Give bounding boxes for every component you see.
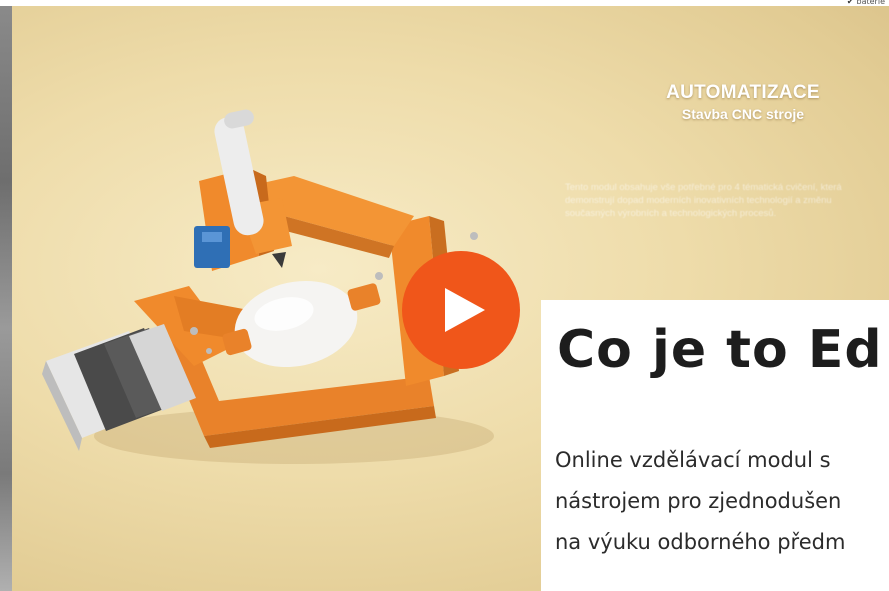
video-description: Tento modul obsahuje vše potřebné pro 4 … bbox=[565, 182, 842, 219]
corner-label-text: baterie bbox=[856, 0, 885, 6]
intro-text-line: nástrojem pro zjednodušen bbox=[555, 489, 842, 513]
previous-slide-strip[interactable] bbox=[0, 6, 12, 591]
video-title: AUTOMATIZACE bbox=[666, 82, 820, 103]
play-button[interactable] bbox=[402, 251, 520, 369]
intro-text-line: Online vzdělávací modul s bbox=[555, 448, 831, 472]
check-icon: ✔ bbox=[846, 0, 854, 6]
video-subtitle: Stavba CNC stroje bbox=[681, 106, 805, 122]
intro-text-line: na výuku odborného předm bbox=[555, 530, 846, 554]
intro-card: Co je to Ed Online vzdělávací modul s ná… bbox=[541, 300, 889, 591]
page: AUTOMATIZACE Stavba CNC stroje Tento mod… bbox=[0, 0, 889, 591]
play-icon bbox=[445, 288, 485, 332]
intro-text: Online vzdělávací modul s nástrojem pro … bbox=[555, 440, 845, 563]
intro-title: Co je to Ed bbox=[557, 320, 883, 380]
video-heading: AUTOMATIZACE Stavba CNC stroje bbox=[648, 82, 838, 122]
corner-label: ✔ baterie bbox=[847, 0, 885, 6]
